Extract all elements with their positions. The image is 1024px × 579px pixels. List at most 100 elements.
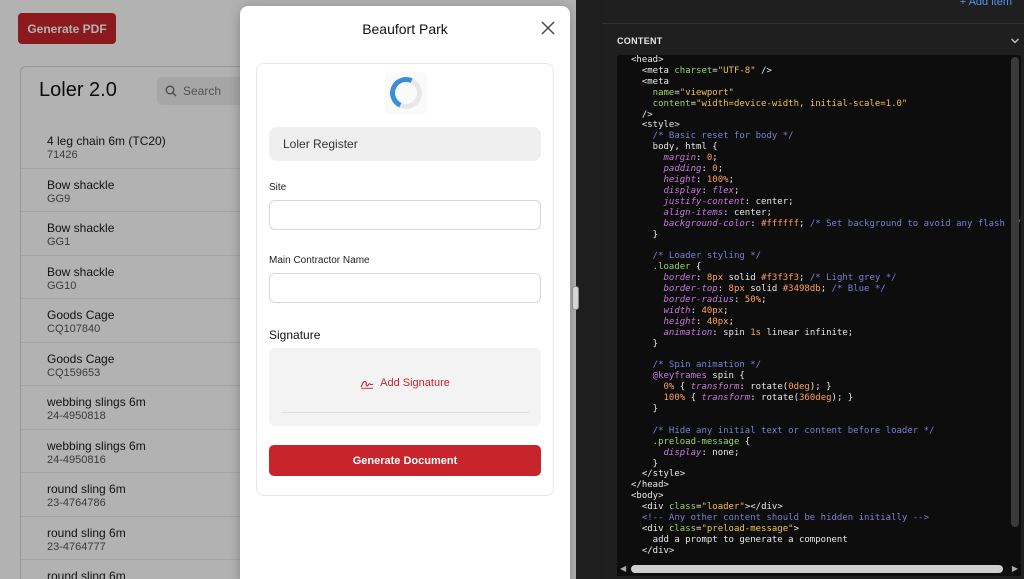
- code-token: display: [631, 185, 702, 196]
- code-token: border-radius: [631, 294, 734, 305]
- code-token: :: [690, 305, 702, 316]
- code-line: 100% { transform: rotate(360deg); }: [631, 393, 1021, 404]
- code-token: ></div>: [744, 502, 783, 513]
- scroll-right-icon[interactable]: ▶: [1012, 564, 1018, 573]
- scrollbar-thumb[interactable]: [631, 565, 1003, 573]
- code-token: 50%: [744, 294, 762, 305]
- code-token: border: [631, 273, 697, 284]
- code-line: <meta charset="UTF-8" />: [631, 66, 1021, 77]
- code-token: name: [631, 87, 675, 98]
- code-token: :: [696, 316, 707, 327]
- code-token: linear infinite;: [761, 327, 854, 338]
- code-token: }: [631, 404, 659, 414]
- code-token: : center;: [744, 196, 794, 207]
- close-icon[interactable]: [540, 20, 556, 36]
- code-token: {: [690, 262, 702, 273]
- properties-panel: + Add item CONTENT <head> <meta charset=…: [602, 0, 1024, 579]
- code-token: "viewport": [679, 87, 734, 98]
- code-token: ); }: [809, 382, 832, 393]
- signature-line: [281, 412, 529, 413]
- code-token: />: [631, 109, 653, 120]
- code-token: >: [793, 523, 799, 534]
- code-line: />: [631, 110, 1021, 121]
- generate-document-modal: Beaufort Park Loler Register Site Main C…: [240, 6, 570, 579]
- code-token: <body>: [631, 491, 664, 502]
- code-token: ;: [728, 316, 734, 327]
- code-token: .loader: [631, 262, 691, 273]
- code-line: @keyframes spin {: [631, 371, 1021, 382]
- code-token: <!-- Any other content should be hidden …: [631, 513, 930, 524]
- code-token: : rotate(: [739, 382, 789, 393]
- chevron-down-icon[interactable]: [1010, 36, 1020, 46]
- code-token: 100%: [706, 174, 729, 185]
- generate-document-button[interactable]: Generate Document: [269, 445, 541, 476]
- code-token: ;: [820, 284, 832, 295]
- code-token: ;: [717, 164, 724, 175]
- code-token: 100%: [631, 393, 686, 404]
- code-token: }: [631, 229, 659, 240]
- code-line: animation: spin 1s linear infinite;: [631, 328, 1021, 339]
- code-token: :: [696, 273, 707, 284]
- code-token: 8px: [706, 273, 724, 284]
- code-line: name="viewport": [631, 88, 1021, 99]
- code-token: }: [631, 338, 659, 349]
- code-token: transform: [690, 382, 740, 393]
- add-signature-button[interactable]: Add Signature: [269, 377, 541, 389]
- horizontal-scrollbar[interactable]: ◀ ▶: [617, 563, 1021, 576]
- code-token: }: [631, 458, 659, 469]
- code-token: :: [696, 174, 707, 185]
- scroll-left-icon[interactable]: ◀: [620, 564, 626, 573]
- code-token: solid: [744, 284, 783, 295]
- add-item-button[interactable]: + Add item: [960, 0, 1012, 8]
- code-line: </style>: [631, 469, 1021, 480]
- code-token: </style>: [631, 469, 686, 480]
- code-token: flex: [712, 185, 734, 196]
- code-token: ;: [799, 273, 810, 284]
- code-token: 360deg: [799, 393, 832, 404]
- site-label: Site: [269, 182, 287, 193]
- main-contractor-field[interactable]: [269, 273, 541, 303]
- site-field[interactable]: [269, 200, 541, 230]
- code-line: }: [631, 339, 1021, 350]
- code-line: align-items: center;: [631, 208, 1021, 219]
- code-token: 0%: [631, 382, 675, 393]
- code-token: margin: [631, 153, 697, 164]
- register-select[interactable]: Loler Register: [269, 127, 541, 161]
- code-line: border-radius: 50%;: [631, 295, 1021, 306]
- code-token: 0deg: [788, 382, 810, 393]
- code-token: <head>: [631, 55, 664, 65]
- code-content[interactable]: <head> <meta charset="UTF-8" /> <meta na…: [617, 55, 1021, 557]
- code-token: /* Light grey */: [809, 273, 897, 284]
- panel-splitter[interactable]: [572, 0, 602, 579]
- signature-pad[interactable]: Add Signature: [269, 348, 541, 426]
- code-token: display: [631, 447, 702, 458]
- code-token: </head>: [631, 480, 669, 491]
- code-token: add a prompt to generate a component: [631, 534, 848, 545]
- code-token: charset: [674, 65, 713, 76]
- resize-handle[interactable]: [572, 286, 579, 310]
- code-token: animation: [631, 327, 713, 338]
- code-token: "width=device-width, initial-scale=1.0": [696, 98, 908, 109]
- code-token: border-top: [631, 284, 718, 295]
- code-line: <meta: [631, 77, 1021, 88]
- code-line: justify-content: center;: [631, 197, 1021, 208]
- code-line: <!-- Any other content should be hidden …: [631, 513, 1021, 524]
- code-token: <style>: [631, 120, 680, 131]
- code-line: /* Spin animation */: [631, 360, 1021, 371]
- code-token: <meta: [631, 65, 675, 76]
- code-line: </head>: [631, 480, 1021, 491]
- code-line: <style>: [631, 120, 1021, 131]
- code-line: width: 40px;: [631, 306, 1021, 317]
- code-token: : rotate(: [750, 393, 800, 404]
- content-section-title: CONTENT: [617, 36, 663, 46]
- code-line: <div class="loader"></div>: [631, 502, 1021, 513]
- vertical-scrollbar[interactable]: [1011, 57, 1019, 527]
- code-token: align-items: [631, 207, 724, 218]
- code-token: 40px: [701, 305, 724, 316]
- code-line: <div class="preload-message">: [631, 524, 1021, 535]
- code-token: <div: [631, 523, 669, 534]
- code-editor[interactable]: <head> <meta charset="UTF-8" /> <meta na…: [617, 55, 1021, 563]
